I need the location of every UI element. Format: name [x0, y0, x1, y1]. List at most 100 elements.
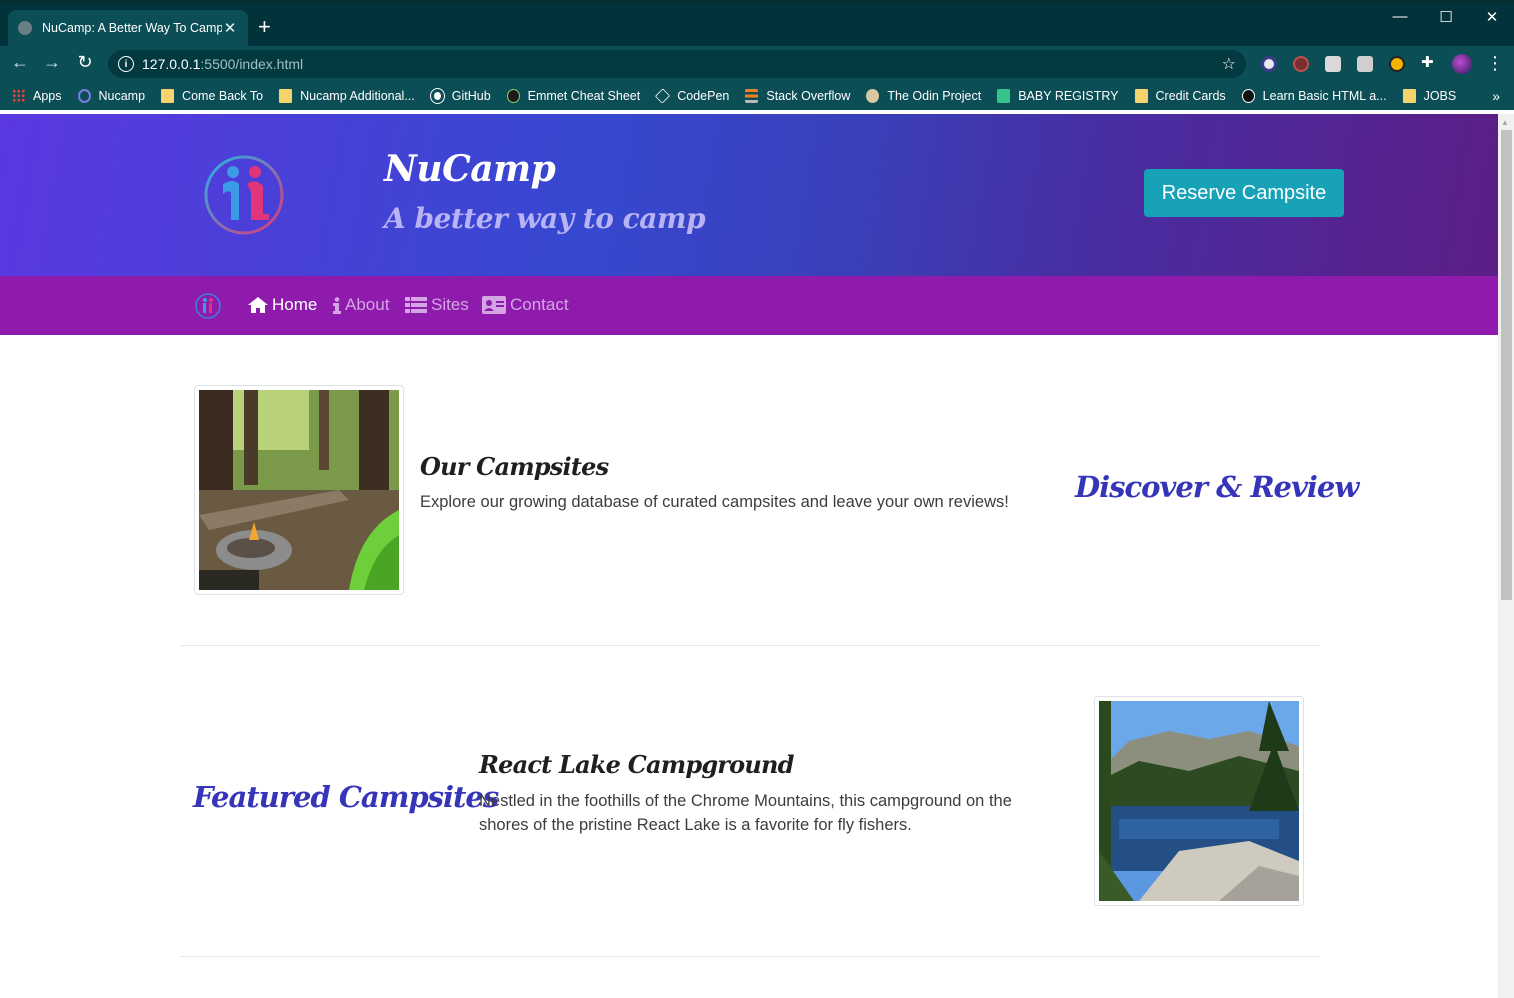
back-arrow-icon[interactable]: ←: [8, 52, 32, 73]
folder-icon: [161, 89, 175, 103]
bookmark-nucamp-additional[interactable]: Nucamp Additional...: [279, 89, 415, 103]
address-bar[interactable]: i 127.0.0.1 :5500/index.html ☆: [108, 50, 1246, 78]
reserve-campsite-button[interactable]: Reserve Campsite: [1144, 169, 1344, 217]
codepen-icon: [655, 88, 671, 104]
nav-link-home[interactable]: Home: [248, 295, 317, 315]
bookmark-odin-project[interactable]: The Odin Project: [866, 89, 981, 103]
nav-link-sites[interactable]: Sites: [405, 295, 469, 315]
bookmark-baby-registry[interactable]: BABY REGISTRY: [997, 89, 1119, 103]
bookmark-apps[interactable]: Apps: [12, 89, 62, 103]
nav-label: Home: [272, 295, 318, 314]
bookmark-credit-cards[interactable]: Credit Cards: [1134, 89, 1226, 103]
browser-menu-icon[interactable]: ⋮: [1486, 53, 1504, 74]
nav-link-contact[interactable]: Contact: [482, 295, 569, 315]
bookmark-label: Credit Cards: [1155, 89, 1226, 103]
apps-grid-icon: [12, 89, 25, 103]
nav-link-about[interactable]: About: [333, 295, 389, 315]
browser-toolbar: ← → ↻ i 127.0.0.1 :5500/index.html ☆ ✚ ⋮: [0, 46, 1514, 82]
bookmark-codepen[interactable]: CodePen: [655, 88, 730, 104]
nucamp-icon: [77, 89, 91, 103]
minimize-icon[interactable]: —: [1388, 8, 1412, 25]
bookmark-label: Nucamp Additional...: [300, 89, 415, 103]
reload-icon[interactable]: ↻: [73, 52, 97, 73]
puzzle-extensions-icon[interactable]: ✚: [1421, 53, 1437, 71]
nav-label: Sites: [431, 295, 469, 314]
tab-strip-top-line: [0, 0, 1514, 3]
bookmarks-bar: Apps Nucamp Come Back To Nucamp Addition…: [0, 82, 1514, 110]
navbar-logo-icon[interactable]: [195, 293, 221, 319]
page-scrollbar[interactable]: ▲: [1498, 114, 1514, 998]
url-path: :5500/index.html: [200, 56, 304, 72]
angular-icon: [1241, 89, 1255, 103]
home-icon: [248, 297, 268, 313]
browser-tab-active[interactable]: NuCamp: A Better Way To Camp ✕: [8, 10, 248, 46]
bookmark-emmet[interactable]: Emmet Cheat Sheet: [506, 89, 641, 103]
extension-globe-icon[interactable]: [1389, 56, 1405, 72]
address-card-icon: [482, 296, 506, 314]
bookmark-star-icon[interactable]: ☆: [1222, 54, 1236, 74]
section-divider: [180, 956, 1320, 957]
lake-photo: [1099, 701, 1299, 901]
camera-icon[interactable]: [1357, 56, 1373, 72]
section-text-react-lake-line1: Nestled in the foothills of the Chrome M…: [479, 792, 1012, 810]
nucamp-logo: [204, 155, 284, 235]
bookmark-nucamp[interactable]: Nucamp: [77, 89, 146, 103]
nav-label: About: [345, 295, 390, 314]
bookmarks-overflow-button[interactable]: »: [1492, 82, 1500, 110]
bookmark-come-back-to[interactable]: Come Back To: [161, 89, 263, 103]
odin-icon: [866, 89, 880, 103]
scroll-up-icon[interactable]: ▲: [1501, 118, 1509, 127]
scrollbar-thumb[interactable]: [1501, 130, 1512, 600]
section-divider: [180, 645, 1320, 646]
folder-icon: [279, 89, 293, 103]
new-tab-button[interactable]: +: [258, 16, 271, 38]
extension-block-icon[interactable]: [1261, 56, 1277, 72]
bookmark-stack-overflow[interactable]: Stack Overflow: [745, 89, 850, 103]
side-title-discover-review: Discover & Review: [1075, 470, 1359, 504]
bookmark-label: GitHub: [451, 89, 491, 103]
maximize-icon[interactable]: ☐: [1434, 8, 1458, 26]
brand-tagline: A better way to camp: [384, 202, 706, 235]
bookmark-label: CodePen: [677, 89, 730, 103]
header-jumbotron: NuCamp A better way to camp Reserve Camp…: [0, 114, 1498, 276]
section-text-our-campsites: Explore our growing database of curated …: [420, 493, 1009, 511]
bookmark-learn-basic-html[interactable]: Learn Basic HTML a...: [1241, 89, 1387, 103]
lake-image-frame: [1094, 696, 1304, 906]
extension-r-icon[interactable]: [1325, 56, 1341, 72]
bookmark-label: Nucamp: [98, 89, 146, 103]
bookmark-label: Learn Basic HTML a...: [1262, 89, 1387, 103]
bookmark-label: Come Back To: [182, 89, 264, 103]
extension-circle-icon[interactable]: [1293, 56, 1309, 72]
folder-icon: [1402, 89, 1416, 103]
github-icon: [430, 89, 444, 103]
profile-avatar[interactable]: [1452, 54, 1472, 74]
browser-tab-strip: NuCamp: A Better Way To Camp ✕ + — ☐ ✕: [0, 0, 1514, 46]
section-text-react-lake-line2: shores of the pristine React Lake is a f…: [479, 816, 912, 834]
section-title-react-lake: React Lake Campground: [479, 750, 794, 779]
gift-icon: [997, 89, 1011, 103]
bookmark-github[interactable]: GitHub: [430, 89, 491, 103]
globe-icon: [18, 21, 32, 35]
bookmark-label: BABY REGISTRY: [1018, 89, 1119, 103]
bookmark-label: Stack Overflow: [766, 89, 851, 103]
bookmark-jobs[interactable]: JOBS: [1402, 89, 1457, 103]
site-info-icon[interactable]: i: [118, 56, 134, 72]
url-host: 127.0.0.1: [142, 56, 201, 72]
page-viewport: NuCamp A better way to camp Reserve Camp…: [0, 114, 1498, 998]
bookmark-label: JOBS: [1423, 89, 1457, 103]
stackoverflow-icon: [745, 89, 759, 103]
bookmark-label: Apps: [33, 89, 62, 103]
bookmark-label: The Odin Project: [887, 89, 982, 103]
info-icon: [333, 296, 341, 314]
bookmark-label: Emmet Cheat Sheet: [527, 89, 641, 103]
campsite-image-frame: [194, 385, 404, 595]
tab-close-icon[interactable]: ✕: [222, 19, 238, 37]
campsite-photo: [199, 390, 399, 590]
forward-arrow-icon[interactable]: →: [40, 52, 64, 73]
emmet-icon: [506, 89, 520, 103]
section-title-our-campsites: Our Campsites: [420, 452, 609, 481]
side-title-featured-campsites: Featured Campsites: [193, 780, 499, 814]
window-close-icon[interactable]: ✕: [1480, 8, 1504, 26]
nav-label: Contact: [510, 295, 569, 314]
folder-icon: [1134, 89, 1148, 103]
